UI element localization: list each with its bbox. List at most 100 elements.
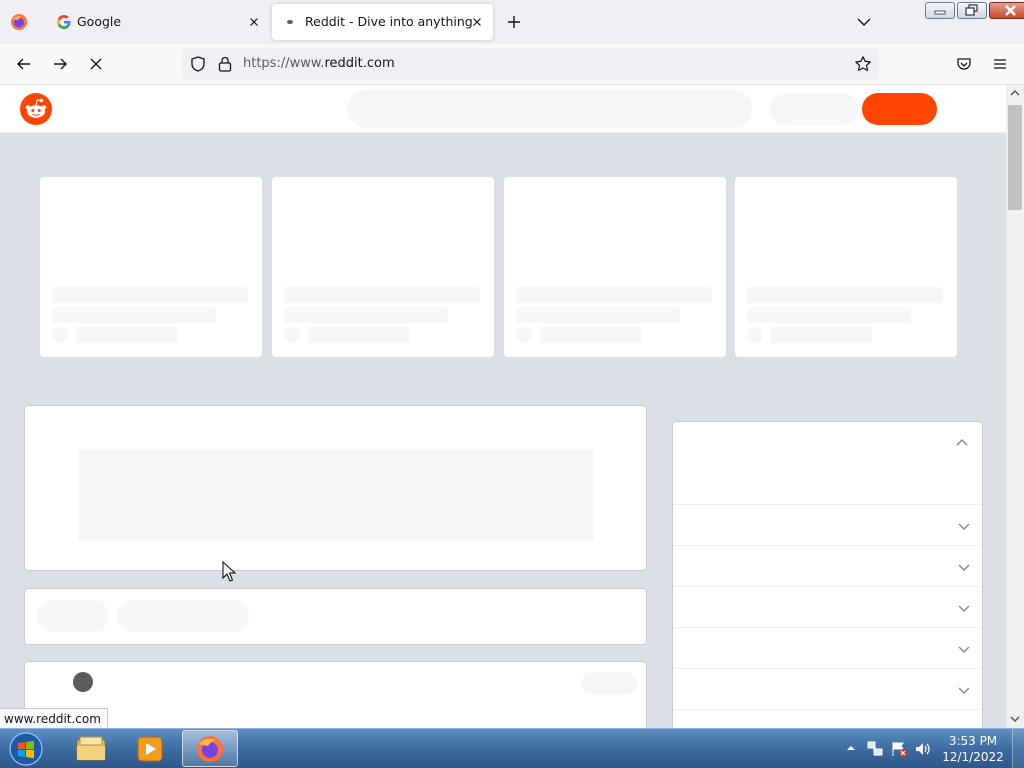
windows-taskbar: 3:53 PM 12/1/2022 <box>0 728 1024 768</box>
sidebar-accordion <box>672 421 983 728</box>
sort-button-placeholder[interactable] <box>37 600 109 632</box>
sort-button-placeholder[interactable] <box>117 600 249 632</box>
skeleton-line <box>516 307 680 323</box>
close-icon <box>1005 5 1016 16</box>
reddit-logo-icon[interactable] <box>20 93 52 125</box>
skeleton-line <box>771 327 872 343</box>
loading-spinner-dot <box>73 672 93 692</box>
url-host: reddit.com <box>324 56 395 71</box>
skeleton-line <box>516 287 712 303</box>
window-controls <box>925 2 1024 20</box>
star-bookmark-icon[interactable] <box>854 55 872 73</box>
skeleton-line <box>284 307 448 323</box>
minimize-icon <box>934 10 946 15</box>
sign-up-button[interactable] <box>862 93 937 125</box>
network-icon[interactable] <box>866 740 884 758</box>
clock-time: 3:53 PM <box>948 734 998 748</box>
clock-date: 12/1/2022 <box>942 750 1004 764</box>
skeleton-avatar <box>284 327 300 343</box>
browser-tab-strip: Google Reddit - Dive into anything <box>0 0 1024 44</box>
sidebar-section[interactable] <box>673 668 982 709</box>
sidebar-section[interactable] <box>673 627 982 668</box>
windows-start-icon[interactable] <box>7 731 45 767</box>
mouse-cursor-icon <box>222 561 236 582</box>
taskbar-explorer[interactable] <box>64 730 120 767</box>
taskbar-firefox[interactable] <box>182 730 238 767</box>
loading-dot-icon <box>287 20 293 24</box>
trending-card[interactable] <box>272 177 494 357</box>
screen: Google Reddit - Dive into anything https… <box>0 0 1024 768</box>
chevron-down-icon <box>958 564 970 572</box>
close-icon[interactable] <box>469 14 485 30</box>
new-tab-icon[interactable] <box>504 12 524 32</box>
skeleton-avatar <box>52 327 68 343</box>
system-clock[interactable]: 3:53 PM 12/1/2022 <box>940 733 1006 765</box>
tab-reddit[interactable]: Reddit - Dive into anything <box>272 4 493 40</box>
scroll-down-arrow-icon[interactable] <box>1010 714 1020 724</box>
back-arrow-icon[interactable] <box>15 55 33 73</box>
log-in-button-placeholder[interactable] <box>770 93 858 125</box>
scrollbar-thumb[interactable] <box>1008 105 1022 210</box>
skeleton-line <box>308 327 409 343</box>
skeleton-line <box>747 307 911 323</box>
post-placeholder[interactable] <box>24 661 647 728</box>
pocket-icon[interactable] <box>955 55 973 73</box>
skeleton-line <box>52 307 216 323</box>
lock-icon[interactable] <box>217 55 233 73</box>
restore-button[interactable] <box>957 2 987 19</box>
shield-icon[interactable] <box>189 55 207 73</box>
skeleton-button <box>581 672 637 694</box>
sort-bar-placeholder <box>24 588 647 645</box>
firefox-icon[interactable] <box>10 13 28 31</box>
skeleton-avatar <box>747 327 763 343</box>
skeleton-line <box>747 287 943 303</box>
link-status-overlay: www.reddit.com <box>0 708 108 728</box>
forward-arrow-icon[interactable] <box>51 55 69 73</box>
sidebar-section[interactable] <box>673 709 982 728</box>
url-prefix: https://www. <box>243 56 325 71</box>
skeleton-line <box>52 287 248 303</box>
url-text[interactable]: https://www.reddit.com <box>243 56 395 71</box>
navigation-toolbar: https://www.reddit.com <box>0 44 1024 85</box>
tab-title: Reddit - Dive into anything <box>305 14 473 29</box>
page-viewport <box>0 85 1006 728</box>
address-bar[interactable]: https://www.reddit.com <box>182 48 879 80</box>
show-desktop-button[interactable] <box>1012 729 1024 768</box>
trending-card[interactable] <box>504 177 726 357</box>
skeleton-line <box>284 287 480 303</box>
restore-icon <box>965 4 978 16</box>
chevron-down-icon[interactable] <box>855 13 873 31</box>
sidebar-section[interactable] <box>673 504 982 545</box>
action-center-flag-icon[interactable] <box>890 740 908 758</box>
chevron-down-icon <box>958 646 970 654</box>
page-scrollbar[interactable] <box>1006 85 1024 728</box>
sidebar-section[interactable] <box>673 545 982 586</box>
close-icon[interactable] <box>246 14 262 30</box>
stop-loading-icon[interactable] <box>87 55 105 73</box>
chevron-down-icon <box>958 605 970 613</box>
trending-card[interactable] <box>735 177 957 357</box>
trending-card[interactable] <box>40 177 262 357</box>
sidebar-section[interactable] <box>673 586 982 627</box>
minimize-button[interactable] <box>925 2 955 19</box>
skeleton-line <box>540 327 641 343</box>
search-bar-placeholder[interactable] <box>347 90 752 128</box>
reddit-header <box>0 85 1006 133</box>
firefox-icon <box>197 736 223 762</box>
tab-title: Google <box>77 14 122 29</box>
media-player-icon <box>137 736 163 762</box>
scroll-up-arrow-icon[interactable] <box>1010 88 1020 98</box>
close-window-button[interactable] <box>989 2 1024 19</box>
feed-placeholder-block <box>24 405 647 571</box>
chevron-down-icon <box>958 687 970 695</box>
skeleton-media <box>78 450 594 540</box>
show-hidden-icons-icon[interactable] <box>846 743 856 753</box>
taskbar-media-player[interactable] <box>123 730 179 767</box>
skeleton-line <box>76 327 177 343</box>
chevron-up-icon[interactable] <box>954 435 970 451</box>
skeleton-avatar <box>516 327 532 343</box>
hamburger-menu-icon[interactable] <box>991 55 1009 73</box>
tab-google[interactable]: Google <box>44 4 270 40</box>
volume-icon[interactable] <box>914 740 932 758</box>
windows-explorer-icon <box>76 736 106 761</box>
